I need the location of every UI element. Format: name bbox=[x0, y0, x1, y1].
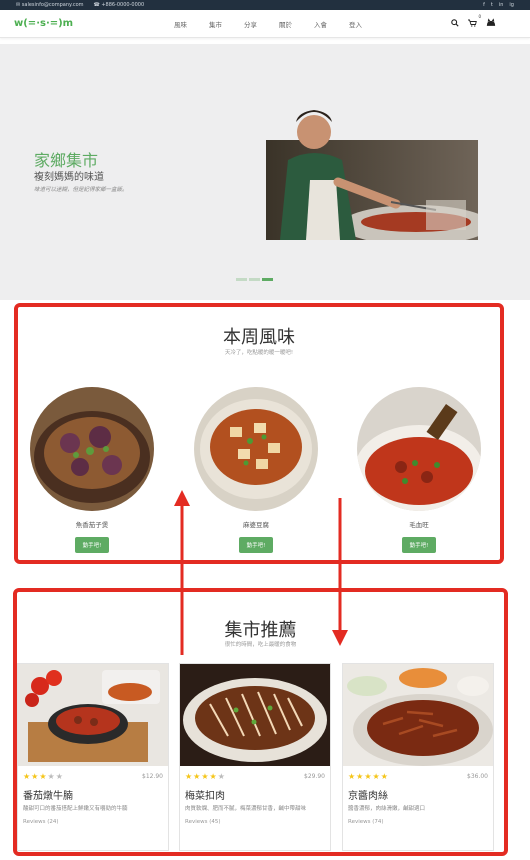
dish-action-button[interactable]: 動手吧! bbox=[401, 537, 437, 553]
product-photo-pork-belly bbox=[180, 664, 330, 766]
search-icon[interactable] bbox=[451, 18, 459, 29]
product-card[interactable]: ★★★★★ $29.90 梅菜扣肉 肉質軟爛、肥而不膩，梅菜濃郁甘香，鹹中帶甜味… bbox=[179, 663, 331, 851]
hero-banner: 家鄉集市 複刻媽媽的味道 味道可以迷糊，但是記得家鄉一盒飯。 bbox=[0, 44, 530, 300]
rating-stars: ★★★★★ bbox=[185, 772, 226, 781]
instagram-icon[interactable]: ig bbox=[509, 2, 514, 8]
product-name[interactable]: 京醬肉絲 bbox=[343, 781, 493, 802]
product-name[interactable]: 番茄燉牛腩 bbox=[18, 781, 168, 802]
cart-count-badge: 0 bbox=[478, 13, 481, 19]
product-reviews[interactable]: Reviews (45) bbox=[180, 813, 330, 825]
social-links: f t in ig bbox=[483, 2, 514, 8]
linkedin-icon[interactable]: in bbox=[499, 2, 504, 8]
dish-card: 魚香茄子煲 動手吧! bbox=[27, 387, 157, 553]
top-info-bar: ✉ salesinfo@company.com ☎ +886-0000-0000… bbox=[0, 0, 530, 10]
market-section: 集市推薦 很忙的時間，吃上最暖的食物 ★★★★★ $12.90 番茄燉牛腩 酸甜… bbox=[17, 592, 504, 852]
hero-description: 味道可以迷糊，但是記得家鄉一盒飯。 bbox=[34, 187, 128, 193]
product-description: 肉質軟爛、肥而不膩，梅菜濃郁甘香，鹹中帶甜味 bbox=[185, 806, 307, 812]
hero-chef-photo bbox=[266, 100, 478, 240]
dish-card: 麻婆豆腐 動手吧! bbox=[191, 387, 321, 553]
carousel-dot-active[interactable] bbox=[262, 278, 273, 281]
menu-item-join[interactable]: 入會 bbox=[314, 17, 327, 31]
rating-stars: ★★★★★ bbox=[23, 772, 64, 781]
hero-subtitle: 複刻媽媽的味道 bbox=[34, 172, 104, 183]
product-photo-tomato-beef bbox=[18, 664, 168, 766]
carousel-dot[interactable] bbox=[236, 278, 247, 281]
carousel-dot[interactable] bbox=[249, 278, 260, 281]
market-section-title: 集市推薦 bbox=[224, 620, 297, 641]
dish-name: 麻婆豆腐 bbox=[243, 521, 269, 529]
email-contact[interactable]: ✉ salesinfo@company.com bbox=[16, 2, 84, 8]
product-description: 醬香濃郁，肉絲滑嫩，鹹甜適口 bbox=[348, 806, 426, 812]
cart-icon[interactable]: 0 bbox=[468, 14, 481, 29]
menu-item-share[interactable]: 分享 bbox=[244, 17, 257, 31]
product-price: $29.90 bbox=[304, 773, 325, 780]
email-text: salesinfo@company.com bbox=[21, 2, 84, 8]
site-logo[interactable]: w(=·s·=)m bbox=[14, 18, 154, 29]
weekly-flavor-section: 本周風味 天冷了，吃點暖的暖一暖吧! 魚香茄子煲 動手吧! 麻婆豆腐 動手吧! … bbox=[18, 307, 500, 560]
product-reviews[interactable]: Reviews (24) bbox=[18, 813, 168, 825]
weekly-section-subtitle: 天冷了，吃點暖的暖一暖吧! bbox=[224, 350, 294, 356]
dish-card: 毛血旺 動手吧! bbox=[354, 387, 484, 553]
menu-item-login[interactable]: 登入 bbox=[349, 17, 362, 31]
facebook-icon[interactable]: f bbox=[483, 2, 485, 8]
menu-item-flavor[interactable]: 風味 bbox=[174, 17, 187, 31]
product-price: $12.90 bbox=[142, 773, 163, 780]
carousel-indicators bbox=[236, 278, 273, 281]
phone-contact[interactable]: ☎ +886-0000-0000 bbox=[94, 2, 145, 8]
market-section-subtitle: 很忙的時間，吃上最暖的食物 bbox=[224, 642, 297, 648]
dish-action-button[interactable]: 動手吧! bbox=[74, 537, 110, 553]
menu-item-about[interactable]: 關於 bbox=[279, 17, 292, 31]
cat-avatar-icon[interactable] bbox=[486, 18, 496, 29]
weekly-section-title: 本周風味 bbox=[223, 327, 295, 348]
product-photo-shredded-pork bbox=[343, 664, 493, 766]
product-price: $36.00 bbox=[467, 773, 488, 780]
dish-action-button[interactable]: 動手吧! bbox=[238, 537, 274, 553]
product-description: 酸甜可口的番茄搭配上鮮嫩又有嚼勁的牛腩 bbox=[23, 806, 128, 812]
product-card[interactable]: ★★★★★ $36.00 京醬肉絲 醬香濃郁，肉絲滑嫩，鹹甜適口 Reviews… bbox=[342, 663, 494, 851]
dish-name: 毛血旺 bbox=[409, 521, 429, 529]
product-name[interactable]: 梅菜扣肉 bbox=[180, 781, 330, 802]
dish-name: 魚香茄子煲 bbox=[75, 521, 109, 529]
main-menu: 風味 集市 分享 關於 入會 登入 bbox=[174, 17, 362, 31]
product-card[interactable]: ★★★★★ $12.90 番茄燉牛腩 酸甜可口的番茄搭配上鮮嫩又有嚼勁的牛腩 R… bbox=[17, 663, 169, 851]
twitter-icon[interactable]: t bbox=[491, 2, 493, 8]
main-navbar: w(=·s·=)m 風味 集市 分享 關於 入會 登入 0 bbox=[0, 10, 530, 38]
product-reviews[interactable]: Reviews (74) bbox=[343, 813, 493, 825]
menu-item-market[interactable]: 集市 bbox=[209, 17, 222, 31]
dish-photo-mapo-tofu[interactable] bbox=[194, 387, 318, 511]
phone-text: +886-0000-0000 bbox=[101, 2, 145, 8]
dish-photo-eggplant[interactable] bbox=[30, 387, 154, 511]
dish-photo-spicy-blood[interactable] bbox=[357, 387, 481, 511]
rating-stars: ★★★★★ bbox=[348, 772, 389, 781]
